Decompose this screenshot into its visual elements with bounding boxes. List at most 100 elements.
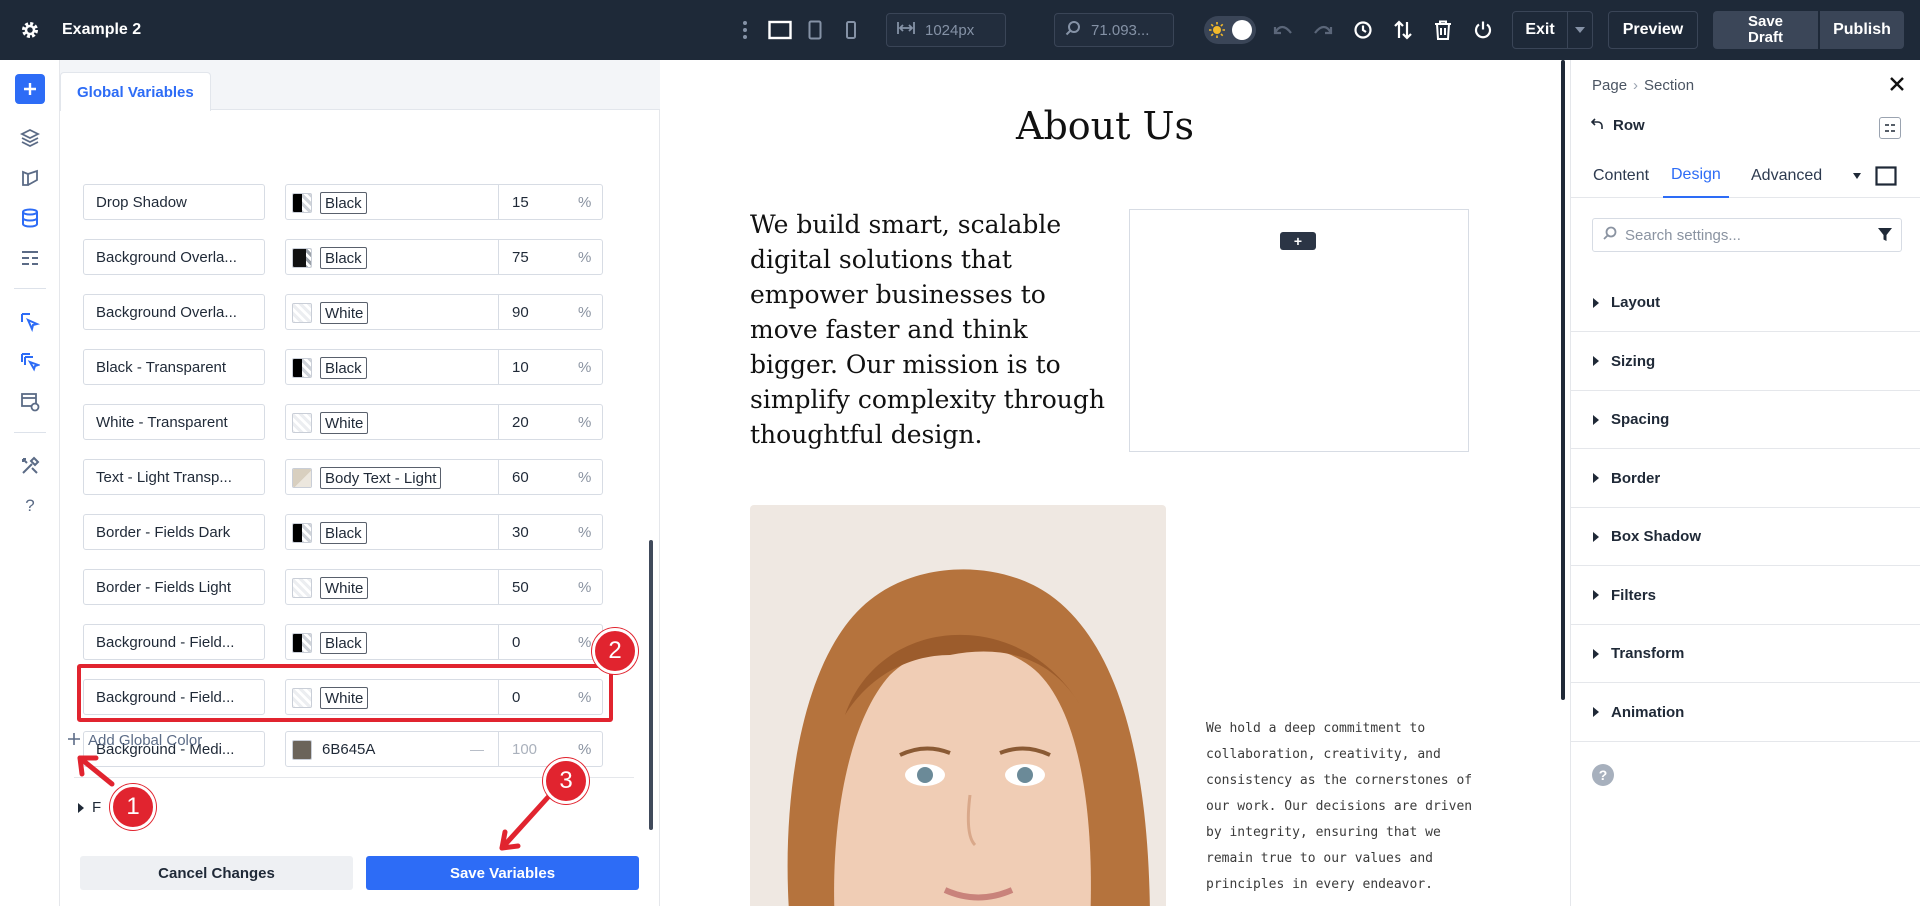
portrait-image[interactable] [750, 505, 1166, 906]
trash-icon[interactable] [1428, 15, 1458, 45]
variable-name-field[interactable]: Drop Shadow [83, 184, 265, 220]
save-variables-button[interactable]: Save Variables [366, 856, 639, 890]
variable-name-field[interactable]: Text - Light Transp... [83, 459, 265, 495]
settings-group-sizing[interactable]: Sizing [1571, 333, 1920, 391]
redo-icon[interactable] [1308, 15, 1338, 45]
opacity-value[interactable]: 15 [512, 185, 529, 219]
breadcrumb-page[interactable]: Page [1592, 77, 1627, 94]
tab-advanced[interactable]: Advanced [1751, 154, 1822, 198]
variable-color-field[interactable]: Body Text - Light 60% [285, 459, 603, 495]
layout-table-icon[interactable] [15, 243, 45, 273]
variable-name-field[interactable]: White - Transparent [83, 404, 265, 440]
about-heading[interactable]: About Us [660, 104, 1550, 148]
variable-color-field[interactable]: Black 10% [285, 349, 603, 385]
variable-color-field[interactable]: Black 75% [285, 239, 603, 275]
zoom-field[interactable]: 71.093... [1054, 13, 1174, 47]
gear-icon[interactable] [15, 15, 45, 45]
opacity-value[interactable]: 75 [512, 240, 529, 274]
page-settings-icon[interactable] [15, 387, 45, 417]
square-view-icon[interactable] [1875, 154, 1897, 198]
history-icon[interactable] [1348, 15, 1378, 45]
canvas-width-field[interactable]: 1024px [886, 13, 1006, 47]
phone-view-icon[interactable] [836, 15, 866, 45]
filter-icon[interactable] [1877, 227, 1893, 247]
canvas-scrollbar[interactable] [1561, 60, 1565, 700]
color-swatch[interactable] [292, 578, 312, 598]
variable-name-field[interactable]: Background Overla... [83, 294, 265, 330]
color-swatch[interactable] [292, 413, 312, 433]
save-draft-button[interactable]: Save Draft [1713, 11, 1818, 49]
color-swatch[interactable] [292, 193, 312, 213]
variable-color-field[interactable]: White 50% [285, 569, 603, 605]
select-cursor-icon[interactable] [15, 307, 45, 337]
color-swatch[interactable] [292, 633, 312, 653]
color-chip[interactable]: White [320, 412, 369, 434]
settings-group-border[interactable]: Border [1571, 450, 1920, 508]
theme-builder-icon[interactable] [15, 163, 45, 193]
help-circle-icon[interactable]: ? [1592, 764, 1614, 786]
row-structure-icon[interactable] [1879, 117, 1901, 139]
multi-select-icon[interactable] [15, 347, 45, 377]
opacity-value[interactable]: 90 [512, 295, 529, 329]
theme-toggle[interactable] [1204, 16, 1256, 44]
back-arrow-icon[interactable] [1590, 117, 1603, 134]
settings-group-layout[interactable]: Layout [1571, 274, 1920, 332]
tablet-view-icon[interactable] [800, 15, 830, 45]
color-chip[interactable]: White [320, 577, 369, 599]
exit-button[interactable]: Exit [1512, 11, 1568, 49]
search-settings-input[interactable]: Search settings... [1592, 218, 1902, 252]
panel-scrollbar[interactable] [649, 540, 653, 830]
add-element-button[interactable] [15, 74, 45, 104]
color-chip[interactable]: Black [320, 632, 367, 654]
opacity-value[interactable]: 20 [512, 405, 529, 439]
color-chip[interactable]: Black [320, 192, 367, 214]
color-chip[interactable]: White [320, 302, 369, 324]
variable-name-field[interactable]: Background - Field... [83, 624, 265, 660]
empty-column[interactable]: + [1129, 209, 1469, 452]
power-icon[interactable] [1468, 15, 1498, 45]
collapsed-group-header[interactable]: F [78, 799, 101, 816]
color-swatch[interactable] [292, 740, 312, 760]
hex-value[interactable]: 6B645A [322, 732, 375, 766]
desktop-view-icon[interactable] [765, 15, 795, 45]
color-swatch[interactable] [292, 468, 312, 488]
color-swatch[interactable] [292, 303, 312, 323]
database-icon[interactable] [15, 203, 45, 233]
settings-group-box-shadow[interactable]: Box Shadow [1571, 508, 1920, 566]
publish-button[interactable]: Publish [1820, 11, 1904, 49]
hero-text[interactable]: We build smart, scalable digital solutio… [750, 207, 1110, 452]
variable-name-field[interactable]: Border - Fields Dark [83, 514, 265, 550]
tab-design[interactable]: Design [1663, 154, 1729, 198]
body-copy[interactable]: We hold a deep commitment to collaborati… [1206, 716, 1476, 898]
layers-icon[interactable] [15, 123, 45, 153]
variable-name-field[interactable]: Black - Transparent [83, 349, 265, 385]
variable-color-field[interactable]: Black 0% [285, 624, 603, 660]
color-chip[interactable]: Body Text - Light [320, 467, 442, 489]
opacity-value[interactable]: 50 [512, 570, 529, 604]
settings-group-animation[interactable]: Animation [1571, 684, 1920, 742]
cancel-changes-button[interactable]: Cancel Changes [80, 856, 353, 890]
variable-name-field[interactable]: Border - Fields Light [83, 569, 265, 605]
close-icon[interactable] [1885, 72, 1909, 96]
variable-color-field[interactable]: Black 30% [285, 514, 603, 550]
help-icon[interactable]: ? [15, 491, 45, 521]
opacity-value[interactable]: 60 [512, 460, 529, 494]
settings-group-filters[interactable]: Filters [1571, 567, 1920, 625]
tab-global-variables[interactable]: Global Variables [60, 72, 211, 111]
variable-color-field[interactable]: White 90% [285, 294, 603, 330]
sort-arrows-icon[interactable] [1388, 15, 1418, 45]
breadcrumb-section[interactable]: Section [1644, 77, 1694, 94]
color-swatch[interactable] [292, 248, 312, 268]
color-chip[interactable]: Black [320, 247, 367, 269]
exit-menu-button[interactable] [1567, 11, 1593, 49]
opacity-value[interactable]: 30 [512, 515, 529, 549]
color-chip[interactable]: Black [320, 522, 367, 544]
settings-group-spacing[interactable]: Spacing [1571, 391, 1920, 449]
variable-color-field[interactable]: White 20% [285, 404, 603, 440]
variable-color-field[interactable]: Black 15% [285, 184, 603, 220]
color-swatch[interactable] [292, 523, 312, 543]
color-chip[interactable]: Black [320, 357, 367, 379]
color-swatch[interactable] [292, 358, 312, 378]
opacity-value[interactable]: 100 [512, 732, 537, 766]
preview-button[interactable]: Preview [1608, 11, 1698, 49]
